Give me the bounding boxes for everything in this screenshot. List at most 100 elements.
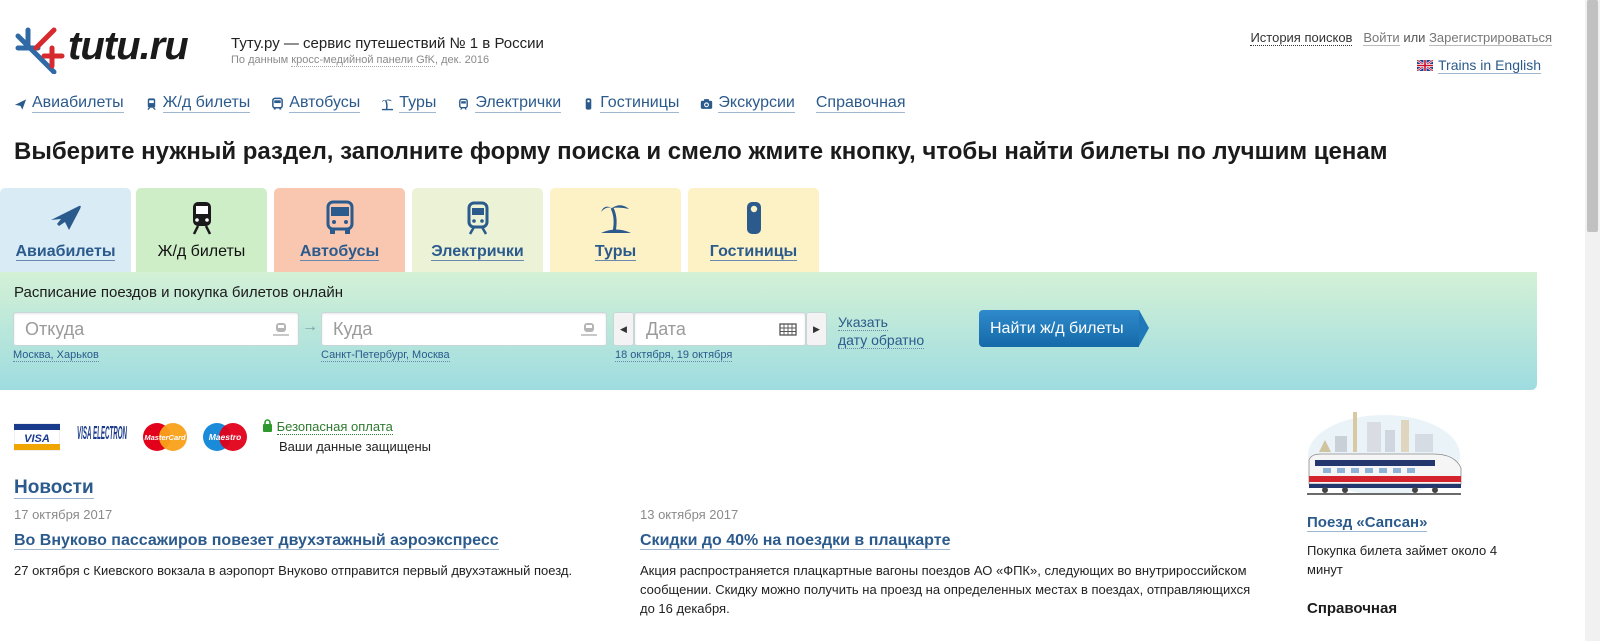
return-date-line1[interactable]: Указать xyxy=(838,314,888,331)
reference-heading: Справочная xyxy=(1307,600,1398,617)
nav-tours[interactable]: Туры xyxy=(381,94,437,113)
news-title-link[interactable]: Во Внуково пассажиров повезет двухэтажны… xyxy=(14,532,499,550)
nav-bus[interactable]: Автобусы xyxy=(271,94,361,113)
lock-icon xyxy=(263,419,272,432)
page-headline: Выберите нужный раздел, заполните форму … xyxy=(14,138,1388,165)
prev-date-button[interactable]: ◀ xyxy=(613,312,634,346)
to-examples-link[interactable]: Санкт-Петербург, Москва xyxy=(321,349,450,362)
door-hanger-icon xyxy=(746,202,761,234)
nav-reference[interactable]: Справочная xyxy=(815,94,906,113)
train-select-icon xyxy=(581,323,597,336)
news-date: 13 октября 2017 xyxy=(640,507,739,522)
login-link[interactable]: Войти xyxy=(1363,30,1400,46)
from-input[interactable] xyxy=(23,318,255,341)
tab-train[interactable]: Ж/д билеты xyxy=(136,188,267,274)
data-protected-text: Ваши данные защищены xyxy=(279,439,432,454)
nav-train[interactable]: Ж/д билеты xyxy=(145,94,251,113)
gfk-link[interactable]: кросс-медийной панели GfK xyxy=(291,54,436,67)
news-body: Акция распространяется плацкартные вагон… xyxy=(640,563,1251,616)
news-heading-link[interactable]: Новости xyxy=(14,477,94,499)
plane-icon xyxy=(50,205,81,230)
tab-avia[interactable]: Авиабилеты xyxy=(0,188,131,274)
palm-icon xyxy=(600,205,631,233)
from-examples-link[interactable]: Москва, Харьков xyxy=(13,349,99,362)
news-heading: Новости xyxy=(14,477,94,499)
tagline-source-suffix: , дек. 2016 xyxy=(435,54,490,66)
suburban-train-icon xyxy=(459,98,469,110)
tab-hotels[interactable]: Гостиницы xyxy=(688,188,819,274)
to-input[interactable] xyxy=(331,318,563,341)
visa-electron-text: VISA ELECTRON xyxy=(77,423,127,443)
trains-english-link[interactable]: Trains in English xyxy=(1417,57,1541,74)
palm-icon xyxy=(382,99,394,110)
camera-icon xyxy=(701,98,713,109)
nav-hotels-label[interactable]: Гостиницы xyxy=(600,94,680,113)
tagline-source: По данным кросс-медийной панели GfK, дек… xyxy=(231,54,490,67)
tagline: Туту.ру — сервис путешествий № 1 в Росси… xyxy=(231,35,544,52)
calendar-icon[interactable] xyxy=(779,322,797,336)
return-date-line2[interactable]: дату обратно xyxy=(838,332,925,349)
bus-icon xyxy=(326,200,353,234)
from-field[interactable] xyxy=(13,312,299,346)
plane-icon xyxy=(14,98,27,110)
train-icon xyxy=(146,97,156,110)
tab-train-label[interactable]: Ж/д билеты xyxy=(158,243,246,260)
sapsan-train-image[interactable] xyxy=(1305,410,1463,506)
logo-wordmark[interactable]: tutu.ru xyxy=(68,24,189,69)
secure-payment-link[interactable]: Безопасная оплата xyxy=(276,419,393,435)
find-tickets-button-tip[interactable] xyxy=(1139,310,1149,346)
maestro-text: Maestro xyxy=(209,432,242,442)
tab-tours-label[interactable]: Туры xyxy=(594,243,637,261)
mastercard-text: MasterCard xyxy=(144,433,186,442)
tab-bus[interactable]: Автобусы xyxy=(274,188,405,274)
direction-arrow: → xyxy=(302,318,318,335)
scrollbar-thumb[interactable] xyxy=(1587,0,1598,232)
return-date-link[interactable]: Указать дату обратно xyxy=(838,313,925,349)
tab-hotels-label[interactable]: Гостиницы xyxy=(709,243,798,261)
nav-excursions[interactable]: Экскурсии xyxy=(700,94,795,113)
date-examples-link[interactable]: 18 октября, 19 октября xyxy=(615,349,733,362)
nav-reference-label[interactable]: Справочная xyxy=(815,94,906,113)
sapsan-link[interactable]: Поезд «Сапсан» xyxy=(1307,514,1428,532)
search-history-link[interactable]: История поисков xyxy=(1250,30,1353,46)
page-scrollbar[interactable] xyxy=(1585,0,1600,641)
news-date: 17 октября 2017 xyxy=(14,507,113,522)
trains-english-label[interactable]: Trains in English xyxy=(1438,57,1541,74)
visa-card-text: VISA xyxy=(24,433,50,445)
nav-train-label[interactable]: Ж/д билеты xyxy=(162,94,251,113)
train-select-icon xyxy=(273,323,289,336)
search-panel-title: Расписание поездов и покупка билетов онл… xyxy=(14,284,344,301)
to-field[interactable] xyxy=(321,312,607,346)
door-hanger-icon xyxy=(585,97,592,110)
tab-suburban[interactable]: Электрички xyxy=(412,188,543,274)
tab-tours[interactable]: Туры xyxy=(550,188,681,274)
date-examples: 18 октября, 19 октября xyxy=(615,349,733,362)
nav-suburban-label[interactable]: Электрички xyxy=(475,94,562,113)
next-date-button[interactable]: ▶ xyxy=(806,312,827,346)
date-input[interactable] xyxy=(644,318,767,341)
mastercard-icon: MasterCard xyxy=(143,423,187,451)
sapsan-heading: Поезд «Сапсан» xyxy=(1307,514,1428,532)
news-body: 27 октября с Киевского вокзала в аэропор… xyxy=(14,563,573,578)
secure-payment: Безопасная оплата xyxy=(262,419,393,435)
register-link[interactable]: Зарегистрироваться xyxy=(1429,30,1552,46)
date-field[interactable] xyxy=(634,312,806,346)
tab-suburban-label[interactable]: Электрички xyxy=(431,243,524,261)
train-icon xyxy=(192,202,211,235)
tab-bus-label[interactable]: Автобусы xyxy=(299,243,380,261)
uk-flag-icon xyxy=(1417,60,1434,71)
visa-card-icon: VISA xyxy=(14,423,60,451)
nav-bus-label[interactable]: Автобусы xyxy=(289,94,361,113)
visa-electron-icon: VISA ELECTRON xyxy=(77,423,127,443)
nav-avia[interactable]: Авиабилеты xyxy=(14,94,124,113)
nav-hotels[interactable]: Гостиницы xyxy=(582,94,680,113)
nav-tours-label[interactable]: Туры xyxy=(399,94,437,113)
user-links: История поисков Войти или Зарегистрирова… xyxy=(1250,30,1552,46)
nav-excursions-label[interactable]: Экскурсии xyxy=(718,94,795,113)
nav-suburban[interactable]: Электрички xyxy=(457,94,562,113)
find-tickets-button[interactable]: Найти ж/д билеты xyxy=(979,310,1139,347)
news-title-link[interactable]: Скидки до 40% на поездки в плацкарте xyxy=(640,532,951,550)
tab-avia-label[interactable]: Авиабилеты xyxy=(15,243,116,261)
to-examples: Санкт-Петербург, Москва xyxy=(321,349,450,362)
nav-avia-label[interactable]: Авиабилеты xyxy=(32,94,124,113)
